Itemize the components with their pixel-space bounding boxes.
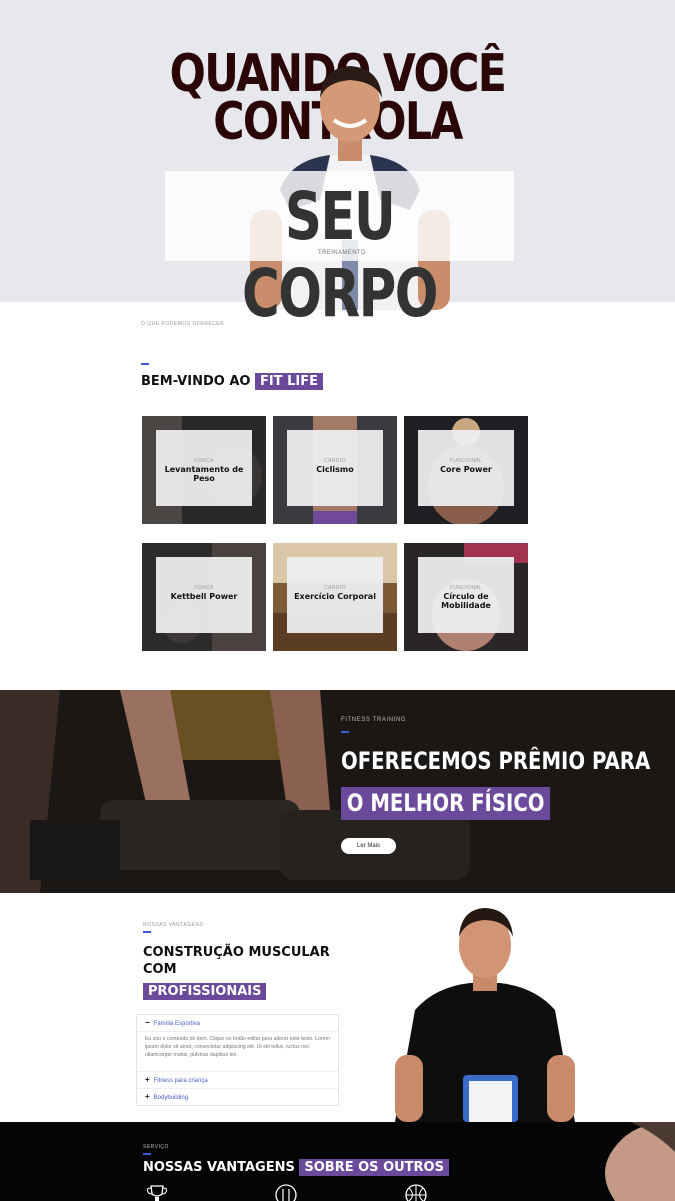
accordion: − Família Esportiva Eu sou o conteúdo do … <box>136 1014 339 1107</box>
services-title-highlight: SOBRE OS OUTROS <box>299 1159 449 1176</box>
advantages-title-highlight: PROFISSIONAIS <box>143 983 267 1000</box>
plus-icon: + <box>145 1092 150 1102</box>
advantages-dash <box>143 931 151 933</box>
card-title: Core Power <box>440 465 492 474</box>
card-overlay: FORÇA Levantamento de Peso <box>156 430 252 506</box>
trophy-icon <box>146 1185 168 1201</box>
services-title: NOSSAS VANTAGENS SOBRE OS OUTROS <box>143 1159 449 1176</box>
card-overlay: CARDIO Exercício Corporal <box>287 557 383 633</box>
card-category: FUNCIONAL <box>449 585 483 591</box>
offers-title-highlight: FIT LIFE <box>254 373 323 390</box>
card-overlay: FUNCIONAL Círculo de Mobilidade <box>418 557 514 633</box>
hero-subtitle: TREINAMENTO <box>318 250 366 256</box>
card-title: Ciclismo <box>316 465 354 474</box>
offers-dash <box>141 363 149 365</box>
card-overlay: FUNCIONAL Core Power <box>418 430 514 506</box>
offer-card[interactable]: FUNCIONAL Core Power <box>404 416 528 524</box>
banner-background-image <box>0 690 675 893</box>
accordion-label: Família Esportiva <box>153 1021 201 1027</box>
advantages-title-line1: CONSTRUÇÃO MUSCULAR <box>143 945 330 960</box>
offers-eyebrow: O QUE PODEMOS OFERECER <box>141 321 225 327</box>
card-category: FORÇA <box>194 585 214 591</box>
accordion-body: Eu sou o conteúdo do item. Clique no bot… <box>137 1031 338 1063</box>
card-overlay: CARDIO Ciclismo <box>287 430 383 506</box>
accordion-item-familia[interactable]: − Família Esportiva <box>137 1015 338 1031</box>
offers-title: BEM-VINDO AO FIT LIFE <box>141 373 323 390</box>
services-title-text: NOSSAS VANTAGENS <box>143 1160 295 1175</box>
banner-dash <box>341 731 349 733</box>
advantages-title-line2: COM <box>143 962 177 977</box>
trainer-image <box>395 908 575 1122</box>
minus-icon: − <box>145 1018 150 1027</box>
card-title: Exercício Corporal <box>294 592 376 601</box>
card-overlay: FORÇA Kettbell Power <box>156 557 252 633</box>
services-section: SERVIÇO NOSSAS VANTAGENS SOBRE OS OUTROS <box>0 1122 675 1201</box>
cutlery-icon <box>275 1184 297 1201</box>
card-category: FORÇA <box>194 458 214 464</box>
accordion-label: Bodybuilding <box>153 1095 189 1102</box>
award-banner <box>0 690 675 893</box>
services-eyebrow: SERVIÇO <box>143 1144 169 1150</box>
offer-card[interactable]: CARDIO Ciclismo <box>273 416 397 524</box>
accordion-label: Fitness para criança <box>153 1078 208 1085</box>
card-category: CARDIO <box>324 585 346 591</box>
offer-card[interactable]: FORÇA Levantamento de Peso <box>142 416 266 524</box>
banner-eyebrow: FITNESS TRAINING <box>341 717 407 723</box>
offers-title-text: BEM-VINDO AO <box>141 374 251 389</box>
banner-highlight: O MELHOR FÍSICO <box>341 787 551 820</box>
advantages-eyebrow: NOSSAS VANTAGENS <box>143 922 204 928</box>
offer-card[interactable]: CARDIO Exercício Corporal <box>273 543 397 651</box>
banner-title: OFERECEMOS PRÊMIO PARA <box>341 747 651 775</box>
accordion-item-bodybuilding[interactable]: + Bodybuilding <box>137 1088 338 1105</box>
card-title: Levantamento de Peso <box>164 465 244 483</box>
accordion-item-criança[interactable]: + Fitness para criança <box>137 1071 338 1088</box>
card-category: CARDIO <box>324 458 346 464</box>
advantages-highlight-text: PROFISSIONAIS <box>143 983 267 1000</box>
read-more-button[interactable]: Ler Mais <box>341 838 396 854</box>
card-category: FUNCIONAL <box>449 458 483 464</box>
card-title: Círculo de Mobilidade <box>441 592 491 610</box>
offer-card[interactable]: FUNCIONAL Círculo de Mobilidade <box>404 543 528 651</box>
card-title: Kettbell Power <box>170 592 238 601</box>
woman-image <box>605 1122 675 1201</box>
offer-card[interactable]: FORÇA Kettbell Power <box>142 543 266 651</box>
basketball-icon <box>405 1184 427 1201</box>
plus-icon: + <box>145 1075 150 1085</box>
services-dash <box>143 1153 151 1155</box>
